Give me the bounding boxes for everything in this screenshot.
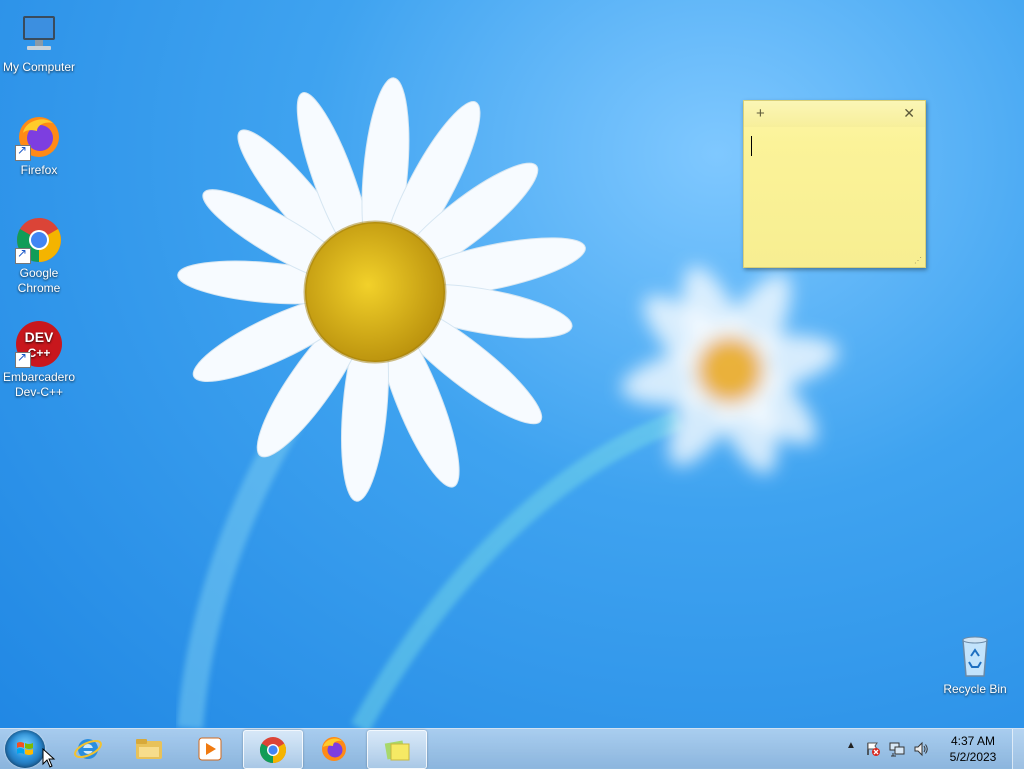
volume-icon[interactable] <box>913 741 929 757</box>
text-caret <box>751 136 752 156</box>
ie-icon <box>74 739 102 759</box>
desktop-icon-label: Google Chrome <box>17 266 61 295</box>
recycle-bin-icon <box>951 632 999 680</box>
taskbar-file-explorer[interactable] <box>120 730 178 767</box>
media-player-icon <box>198 737 222 761</box>
delete-note-button[interactable]: ✕ <box>903 105 915 122</box>
show-hidden-icons-button[interactable]: ▲ <box>843 740 859 756</box>
action-center-icon[interactable] <box>865 741 881 757</box>
desktop-icon-recycle-bin[interactable]: Recycle Bin <box>936 632 1014 697</box>
sticky-note-window[interactable]: + ✕ ⋰ <box>743 100 926 268</box>
folder-icon <box>136 739 162 759</box>
taskbar: ▲ 4:37 AM 5/2/2023 <box>0 728 1024 769</box>
sticky-note-titlebar[interactable]: + ✕ <box>744 101 925 127</box>
taskbar-internet-explorer[interactable] <box>59 730 117 767</box>
show-desktop-button[interactable] <box>1012 729 1024 769</box>
clock-date: 5/2/2023 <box>949 750 997 764</box>
chrome-icon <box>259 737 287 764</box>
taskbar-clock[interactable]: 4:37 AM 5/2/2023 <box>940 733 1006 765</box>
sticky-note-text-area[interactable] <box>749 131 920 262</box>
devcpp-icon: DEV C++ <box>15 320 63 368</box>
desktop-icon-my-computer[interactable]: My Computer <box>0 10 78 75</box>
shortcut-arrow-icon <box>15 246 31 264</box>
svg-text:DEV: DEV <box>25 329 54 345</box>
start-button[interactable] <box>5 730 45 768</box>
chrome-icon <box>15 216 63 264</box>
taskbar-media-player[interactable] <box>181 730 239 767</box>
clock-time: 4:37 AM <box>950 734 996 748</box>
resize-grip-icon[interactable]: ⋰ <box>914 256 922 265</box>
firefox-icon <box>15 113 63 161</box>
firefox-icon <box>322 737 346 761</box>
mouse-cursor-icon <box>42 748 56 768</box>
computer-icon <box>15 10 63 58</box>
network-icon[interactable] <box>889 741 905 757</box>
desktop-icon-label: Recycle Bin <box>943 682 1007 696</box>
desktop-icon-dev-cpp[interactable]: DEVC++ Embarcadero Dev-C++ <box>0 320 78 400</box>
taskbar-firefox[interactable] <box>305 730 363 767</box>
svg-text:C++: C++ <box>28 346 51 360</box>
desktop-icon-firefox[interactable]: Firefox <box>0 113 78 178</box>
taskbar-sticky-notes[interactable] <box>367 730 427 769</box>
desktop-icon-label: My Computer <box>2 60 76 74</box>
taskbar-google-chrome[interactable] <box>243 730 303 769</box>
desktop-icon-label: Embarcadero Dev-C++ <box>2 370 76 399</box>
sticky-notes-icon <box>384 740 410 761</box>
shortcut-arrow-icon <box>15 350 31 368</box>
windows-logo-icon <box>17 742 33 755</box>
desktop-icon-label: Firefox <box>20 163 58 177</box>
desktop-icon-google-chrome[interactable]: Google Chrome <box>0 216 78 296</box>
new-note-button[interactable]: + <box>756 105 765 122</box>
shortcut-arrow-icon <box>15 143 31 161</box>
